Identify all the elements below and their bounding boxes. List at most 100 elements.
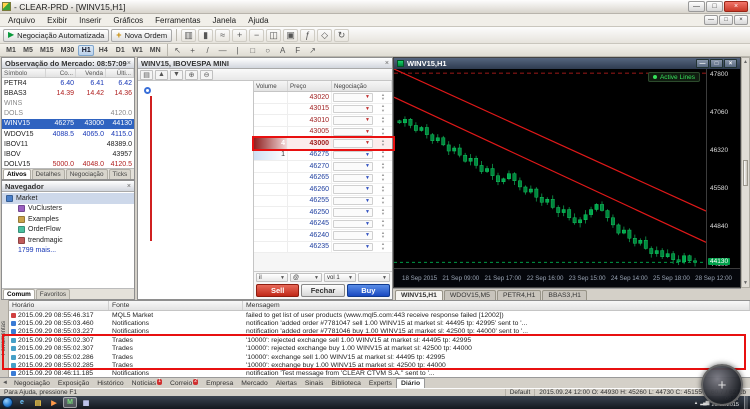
timeframe-h1[interactable]: H1 — [78, 44, 95, 56]
start-button[interactable] — [2, 397, 13, 408]
sell-button[interactable]: Sell — [256, 284, 300, 297]
journal-row[interactable]: 2015.09.29 08:55:02.285 Trades '10000': ex… — [9, 361, 750, 369]
market-watch-row[interactable]: DOLV15 5000.0 4048.0 4120.5 — [2, 160, 134, 168]
menu-inserir[interactable]: Inserir — [73, 16, 107, 25]
toolbox-tab-correio[interactable]: Correio 2 — [166, 378, 202, 388]
dom-price-row[interactable]: 46270 ▼ ▲ ▼ — [254, 161, 392, 173]
navigator-item-vuclusters[interactable]: VuClusters — [2, 204, 134, 215]
menu-arquivo[interactable]: Arquivo — [2, 16, 41, 25]
toolbox-tab-diario[interactable]: Diário — [395, 378, 426, 388]
journal-row[interactable]: 2015.09.29 08:55:02.307 Trades '10000': re… — [9, 336, 750, 344]
candlestick-plot[interactable] — [394, 69, 706, 269]
navigator-item-examples[interactable]: Examples — [2, 214, 134, 225]
market-watch-row[interactable]: WINS — [2, 98, 134, 108]
row-spinner[interactable]: ▲ ▼ — [374, 207, 392, 218]
column-symbol[interactable]: Símbolo — [2, 69, 46, 77]
price-scale[interactable]: 47800470604632045580448404410044130 — [706, 69, 740, 269]
mdi-restore-button[interactable]: □ — [719, 15, 733, 25]
column-source[interactable]: Fonte — [109, 301, 243, 310]
chart-tab-winv15-h1[interactable]: WINV15,H1 — [395, 290, 443, 300]
journal-row[interactable]: 2015.09.29 08:55:03.227 Notifications noti… — [9, 328, 750, 336]
close-button[interactable]: × — [724, 1, 748, 12]
trade-dropdown[interactable]: ▼ — [333, 219, 373, 228]
toolbox-tab-empresa[interactable]: Empresa — [202, 378, 237, 388]
row-spinner[interactable]: ▲ ▼ — [374, 173, 392, 184]
market-watch-row[interactable]: WDOV15 4088.5 4065.0 4115.0 — [2, 129, 134, 139]
dom-price-row[interactable]: 46265 ▼ ▲ ▼ — [254, 172, 392, 184]
menu-janela[interactable]: Janela — [207, 16, 243, 25]
scroll-up-icon[interactable]: ▲ — [743, 59, 748, 65]
internet-explorer-icon[interactable]: e — [15, 397, 29, 408]
dom-control-1[interactable]: @ ▼ — [290, 273, 322, 282]
navigator-item-market[interactable]: Market — [2, 193, 134, 204]
timeframe-m15[interactable]: M15 — [37, 45, 57, 56]
column-message[interactable]: Mensagem — [243, 301, 750, 310]
horizontal-line-icon[interactable]: — — [216, 45, 230, 56]
column-bid[interactable]: Co... — [46, 69, 76, 77]
chart-minimize-button[interactable]: — — [696, 59, 709, 68]
dom-control-3[interactable]: ▼ — [358, 273, 390, 282]
rectangle-icon[interactable]: □ — [246, 45, 260, 56]
menu-exibir[interactable]: Exibir — [41, 16, 73, 25]
vertical-scrollbar[interactable]: ▲ ▼ — [741, 57, 750, 288]
zoom-out-icon[interactable]: ⊖ — [200, 69, 213, 80]
market-watch-tab-detalhes[interactable]: Detalhes — [31, 169, 65, 179]
dom-price-row[interactable]: 46255 ▼ ▲ ▼ — [254, 195, 392, 207]
close-position-button[interactable]: Fechar — [301, 284, 345, 297]
journal-row[interactable]: 2015.09.29 08:46:11.185 Notifications noti… — [9, 370, 750, 377]
trade-dropdown[interactable]: ▼ — [333, 104, 373, 113]
menu-ajuda[interactable]: Ajuda — [242, 16, 274, 25]
text-icon[interactable]: A — [276, 45, 290, 56]
timeframe-d1[interactable]: D1 — [112, 45, 128, 56]
row-spinner[interactable]: ▲ ▼ — [374, 115, 392, 126]
bars-chart-icon[interactable]: ▥ — [181, 28, 197, 42]
row-spinner[interactable]: ▲ ▼ — [374, 127, 392, 138]
navigator-close-icon[interactable]: × — [127, 183, 131, 190]
zoom-in-icon[interactable]: ⊕ — [185, 69, 198, 80]
toolbox-side-tab[interactable]: Ferramentas — [0, 300, 9, 377]
market-watch-tab-ticks[interactable]: Ticks — [108, 169, 132, 179]
row-spinner[interactable]: ▲ ▼ — [374, 184, 392, 195]
dom-price-row[interactable]: 46250 ▼ ▲ ▼ — [254, 207, 392, 219]
dom-price-row[interactable]: 43010 ▼ ▲ ▼ — [254, 115, 392, 127]
metatrader-icon[interactable]: M — [63, 397, 77, 408]
timeframe-h4[interactable]: H4 — [95, 45, 111, 56]
column-ask[interactable]: Venda — [76, 69, 106, 77]
zoom-in-icon[interactable]: + — [232, 28, 248, 42]
toolbox-tab-mercado[interactable]: Mercado — [237, 378, 271, 388]
indicators-icon[interactable]: ƒ — [300, 28, 316, 42]
market-watch-row[interactable]: PETR4 6.40 6.41 6.42 — [2, 78, 134, 88]
column-time[interactable]: Horário — [9, 301, 109, 310]
dom-close-icon[interactable]: × — [385, 60, 389, 67]
row-spinner[interactable]: ▲ ▼ — [374, 161, 392, 172]
minimize-button[interactable]: — — [688, 1, 705, 12]
market-watch-row[interactable]: IBOV 43957 — [2, 149, 134, 159]
trade-dropdown[interactable]: ▼ — [333, 173, 373, 182]
navigator-tab-favoritos[interactable]: Favoritos — [35, 289, 71, 299]
market-watch-close-icon[interactable]: × — [127, 60, 131, 67]
journal-row[interactable]: 2015.09.29 08:55:03.460 Notifications noti… — [9, 319, 750, 327]
timeframe-m30[interactable]: M30 — [58, 45, 78, 56]
maximize-button[interactable]: □ — [706, 1, 723, 12]
crosshair-icon[interactable]: + — [186, 45, 200, 56]
navigator-item-trendmagic[interactable]: trendmagic — [2, 235, 134, 246]
trade-dropdown[interactable]: ▼ — [333, 127, 373, 136]
toolbox-tab-alertas[interactable]: Alertas — [272, 378, 301, 388]
market-watch-row[interactable]: BBAS3 14.39 14.42 14.36 — [2, 88, 134, 98]
journal-row[interactable]: 2015.09.29 08:55:02.286 Trades '10000': ex… — [9, 353, 750, 361]
market-watch-tab-negociacao[interactable]: Negociação — [65, 169, 108, 179]
chart-tab-petr4-h1[interactable]: PETR4,H1 — [496, 290, 542, 300]
orders-up-icon[interactable]: ▲ — [155, 69, 168, 80]
timeframe-m1[interactable]: M1 — [3, 45, 19, 56]
cursor-icon[interactable]: ↖ — [171, 45, 185, 56]
buy-button[interactable]: Buy — [346, 284, 390, 297]
fibonacci-icon[interactable]: F — [291, 45, 305, 56]
column-last[interactable]: Últi... — [106, 69, 134, 77]
row-spinner[interactable]: ▲ ▼ — [374, 242, 392, 253]
dom-price-row[interactable]: 43005 ▼ ▲ ▼ — [254, 126, 392, 138]
dom-price-row[interactable]: 43020 ▼ ▲ ▼ — [254, 92, 392, 104]
trade-dropdown[interactable]: ▼ — [333, 150, 373, 159]
dom-price-row[interactable]: 1 46275 ▼ ▲ ▼ — [254, 149, 392, 161]
line-chart-icon[interactable]: ≈ — [215, 28, 231, 42]
trade-dropdown[interactable]: ▼ — [333, 208, 373, 217]
